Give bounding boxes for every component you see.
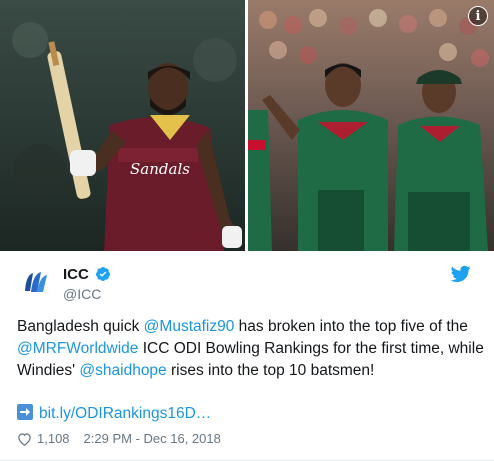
text-segment: Bangladesh quick <box>17 318 144 335</box>
text-segment: has broken into the top five of the <box>234 318 468 335</box>
heart-icon[interactable] <box>17 432 32 446</box>
tweet-footer: 1,108 2:29 PM - Dec 16, 2018 <box>17 431 221 446</box>
photo-batsman[interactable]: Sandals <box>0 0 245 251</box>
like-count[interactable]: 1,108 <box>37 431 70 446</box>
avatar[interactable] <box>17 265 53 301</box>
right-arrow-icon <box>17 404 33 420</box>
tweet-media[interactable]: Sandals i <box>0 0 494 251</box>
tweet-text: Bangladesh quick @Mustafiz90 has broken … <box>17 316 487 382</box>
short-link[interactable]: bit.ly/ODIRankings16D… <box>39 405 211 422</box>
photo-bangladesh-players[interactable]: i <box>248 0 494 251</box>
info-icon[interactable]: i <box>468 6 488 26</box>
twitter-bird-icon[interactable] <box>451 265 471 283</box>
mention-shaidhope[interactable]: @shaidhope <box>79 362 166 379</box>
tweet-header: ICC @ICC <box>17 261 477 307</box>
verified-badge-icon <box>96 267 111 281</box>
author-handle[interactable]: @ICC <box>63 286 101 302</box>
shirt-sponsor-text: Sandals <box>130 160 190 178</box>
mention-mustafiz[interactable]: @Mustafiz90 <box>144 318 235 335</box>
mention-mrfworldwide[interactable]: @MRFWorldwide <box>17 340 138 357</box>
author-name[interactable]: ICC <box>63 266 89 283</box>
timestamp[interactable]: 2:29 PM - Dec 16, 2018 <box>84 431 221 446</box>
text-segment: rises into the top 10 batsmen! <box>166 362 375 379</box>
tweet-link-row: bit.ly/ODIRankings16D… <box>17 403 211 425</box>
embedded-tweet: Sandals i ICC @ICC Bangladesh quick @Mus… <box>0 0 494 461</box>
